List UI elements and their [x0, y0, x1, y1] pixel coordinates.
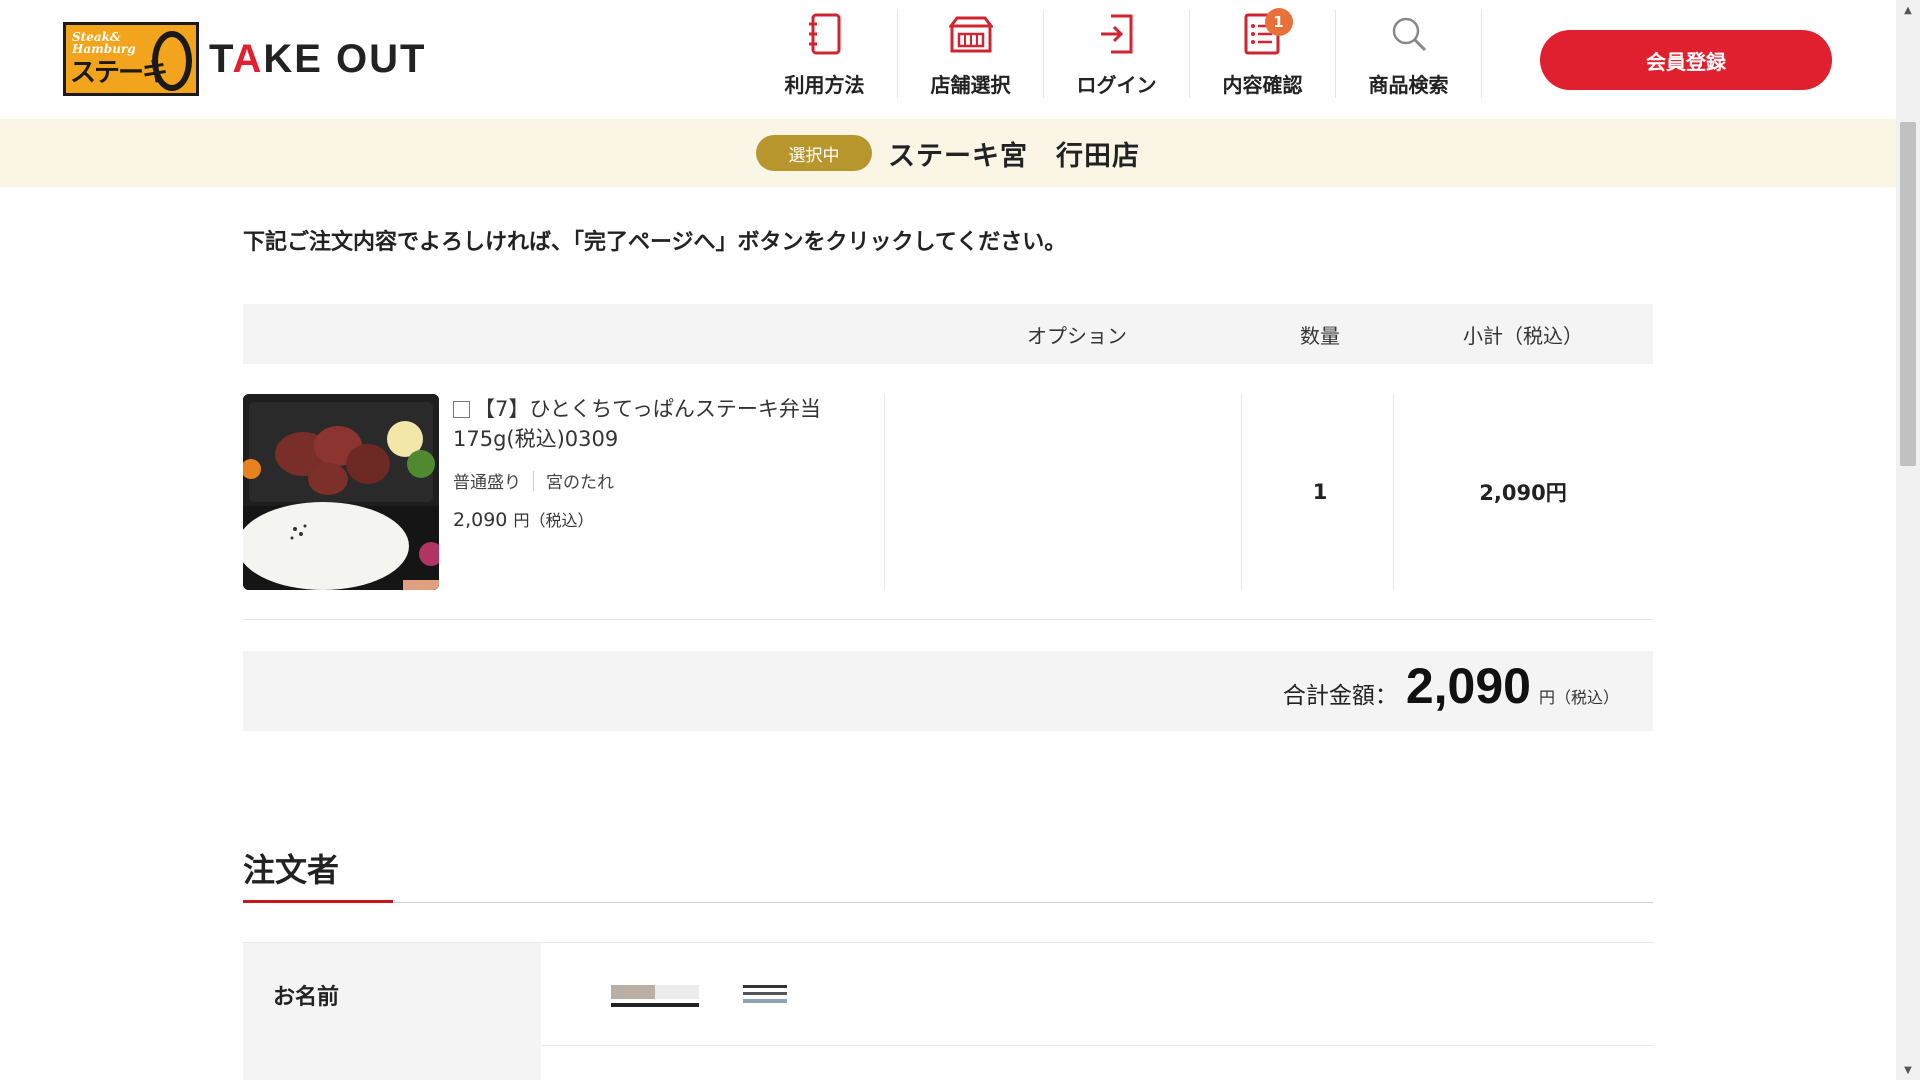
nav-item-login[interactable]: ログイン [1044, 10, 1190, 98]
total-unit-yen: 円 [1538, 688, 1555, 707]
product-tag: 宮のたれ [546, 473, 614, 493]
product-image [243, 394, 439, 590]
name-label: お名前 [243, 943, 541, 1047]
nav-label: 内容確認 [1222, 73, 1303, 97]
product-unit-price: 2,090 円（税込） [453, 507, 853, 531]
column-header-option: オプション [1027, 323, 1127, 348]
nav-item-store-select[interactable]: 店舗選択 [898, 10, 1044, 98]
product-title[interactable]: 【7】ひとくちてっぱんステーキ弁当175g(税込)0309 [453, 394, 853, 454]
cart-count-badge: 1 [1264, 8, 1293, 36]
next-row-label [243, 1046, 541, 1080]
nav-label: ログイン [1076, 73, 1157, 97]
product-tag: 普通盛り [453, 473, 521, 493]
tag-divider [533, 470, 534, 491]
login-icon [1093, 10, 1141, 57]
section-accent-bar [243, 900, 393, 903]
price-value: 2,090 [453, 509, 508, 531]
order-item-row: 【7】ひとくちてっぱんステーキ弁当175g(税込)0309 普通盛り 宮のたれ … [243, 394, 1653, 620]
search-icon [1385, 10, 1433, 57]
notebook-icon [801, 10, 849, 57]
orderer-section-title: 注文者 [243, 851, 340, 889]
list-icon: 1 [1239, 8, 1293, 57]
store-icon [947, 10, 995, 57]
item-subtotal: 2,090円 [1479, 481, 1567, 505]
scroll-up-arrow-icon[interactable]: ▲ [1896, 0, 1920, 20]
price-unit: 円 [513, 511, 530, 530]
nav-label: 利用方法 [784, 73, 865, 97]
checkbox-icon [453, 401, 470, 418]
logo-title-accent: A [232, 36, 264, 81]
product-title-text: 【7】ひとくちてっぱんステーキ弁当175g(税込)0309 [453, 397, 821, 451]
item-quantity: 1 [1312, 480, 1328, 504]
order-total: 合計金額： 2,090 円（税込） [1283, 657, 1619, 715]
total-unit: 円（税込） [1539, 684, 1619, 708]
logo-title-post: KE OUT [263, 36, 427, 81]
nav-item-usage[interactable]: 利用方法 [752, 10, 898, 98]
nav-label: 店舗選択 [930, 73, 1011, 97]
order-table-header: オプション 数量 小計（税込） [243, 304, 1653, 364]
section-divider [243, 902, 1653, 903]
column-divider [884, 394, 885, 590]
price-tax-note: （税込） [529, 511, 594, 530]
nav-label: 商品検索 [1368, 73, 1449, 97]
order-instruction: 下記ご注文内容でよろしければ、「完了ページへ」ボタンをクリックしてください。 [243, 230, 1067, 255]
total-label: 合計金額： [1282, 683, 1398, 709]
redacted-text [611, 983, 699, 1009]
name-value-redacted [611, 983, 787, 1009]
total-tax-note: （税込） [1554, 688, 1619, 707]
redacted-text [743, 983, 787, 1009]
product-tags: 普通盛り 宮のたれ [453, 468, 853, 493]
selected-store-bar: 選択中 ステーキ宮 行田店 [0, 119, 1896, 187]
nav-item-search[interactable]: 商品検索 [1336, 10, 1482, 98]
scroll-down-arrow-icon[interactable]: ▼ [1896, 1060, 1920, 1080]
scroll-thumb[interactable] [1900, 122, 1916, 466]
logo-title: TAKE OUT [209, 37, 426, 82]
column-header-quantity: 数量 [1300, 323, 1340, 348]
logo-badge-main: ステーキ [70, 58, 168, 88]
total-value: 2,090 [1405, 658, 1531, 714]
site-logo[interactable]: Steak& Hamburg ステーキ TAKE OUT [63, 22, 426, 96]
product-info: 【7】ひとくちてっぱんステーキ弁当175g(税込)0309 普通盛り 宮のたれ … [453, 394, 853, 531]
column-header-subtotal: 小計（税込） [1463, 323, 1583, 348]
nav-item-confirm[interactable]: 1 内容確認 [1190, 8, 1336, 98]
logo-title-pre: T [209, 36, 233, 81]
order-total-box: 合計金額： 2,090 円（税込） [243, 651, 1653, 731]
register-button[interactable]: 会員登録 [1540, 30, 1832, 90]
logo-badge: Steak& Hamburg ステーキ [63, 22, 199, 96]
orderer-next-row [243, 1046, 1653, 1080]
page-scrollbar[interactable]: ▲ ▼ [1896, 0, 1920, 1080]
site-header: Steak& Hamburg ステーキ TAKE OUT 利用方法 店舗選択 ロ… [0, 0, 1896, 119]
main-nav: 利用方法 店舗選択 ログイン 1 内容確認 商品検索 [752, 8, 1482, 98]
store-name[interactable]: ステーキ宮 行田店 [888, 134, 1140, 173]
store-status-badge: 選択中 [756, 135, 872, 171]
column-divider [1241, 394, 1242, 590]
orderer-name-row: お名前 [243, 942, 1653, 1047]
